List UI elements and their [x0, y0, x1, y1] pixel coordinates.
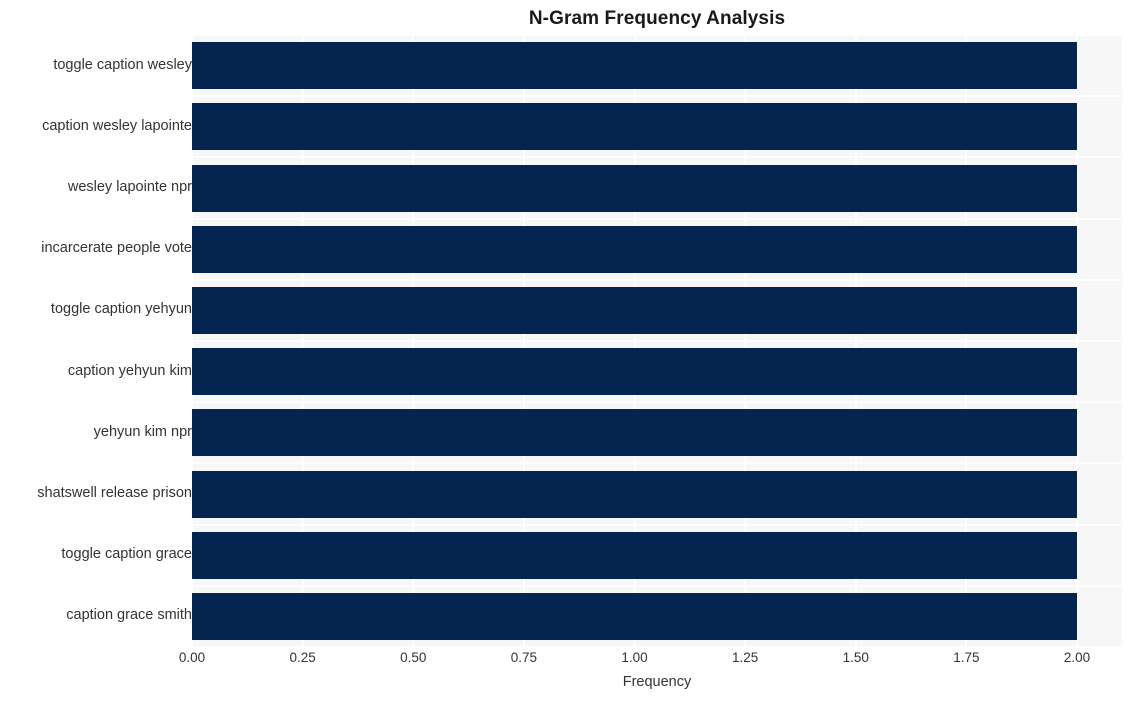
y-tick-label: toggle caption wesley [53, 56, 192, 73]
x-tick-label: 1.50 [842, 650, 869, 665]
y-gridline [192, 35, 1122, 36]
x-tick-label: 2.00 [1063, 650, 1091, 665]
bar [192, 103, 1077, 151]
y-gridline [192, 278, 1122, 281]
bar [192, 286, 1077, 334]
y-gridline [192, 217, 1122, 220]
y-tick-label: toggle caption grace [61, 546, 192, 563]
y-gridline [192, 523, 1122, 526]
x-tick-label: 0.25 [289, 650, 316, 665]
y-tick-label: caption yehyun kim [67, 362, 192, 379]
bar [192, 592, 1077, 640]
y-gridline [192, 156, 1122, 159]
y-gridline [192, 340, 1122, 342]
y-tick-label: caption wesley lapointe [42, 117, 192, 134]
y-gridline [192, 646, 1122, 647]
bar [192, 164, 1077, 212]
x-tick-label: 0.00 [178, 650, 206, 665]
x-tick-label: 1.75 [953, 650, 980, 665]
y-tick-label: wesley lapointe npr [67, 179, 192, 195]
chart-figure: N-Gram Frequency Analysis toggle caption… [0, 0, 1132, 701]
x-tick-label: 1.00 [621, 650, 648, 665]
bar [192, 409, 1077, 457]
x-axis-title: Frequency [622, 674, 692, 690]
y-tick-label: caption grace smith [66, 607, 192, 624]
y-gridline [192, 462, 1122, 465]
y-gridline [192, 95, 1122, 98]
x-tick-label: 0.75 [510, 650, 538, 665]
bar [192, 470, 1077, 518]
bar [192, 42, 1077, 90]
bar [192, 225, 1077, 273]
y-tick-label: toggle caption yehyun [50, 301, 192, 318]
y-tick-label: shatswell release prison [37, 485, 192, 501]
y-tick-label: yehyun kim npr [93, 423, 192, 440]
y-tick-label: incarcerate people vote [41, 240, 192, 257]
plot-area [192, 35, 1122, 647]
y-axis-tick-labels: toggle caption wesley caption wesley lapo… [0, 35, 192, 647]
bar [192, 348, 1077, 396]
bar [192, 531, 1077, 579]
x-tick-label: 1.25 [731, 650, 759, 665]
x-tick-label: 0.50 [400, 650, 427, 665]
chart-title: N-Gram Frequency Analysis [528, 8, 786, 29]
y-gridline [192, 584, 1122, 587]
x-axis-tick-labels: 0.00 0.25 0.50 0.75 1.00 1.25 1.50 1.75 2.00 [179, 650, 1122, 672]
y-gridline [192, 401, 1122, 404]
